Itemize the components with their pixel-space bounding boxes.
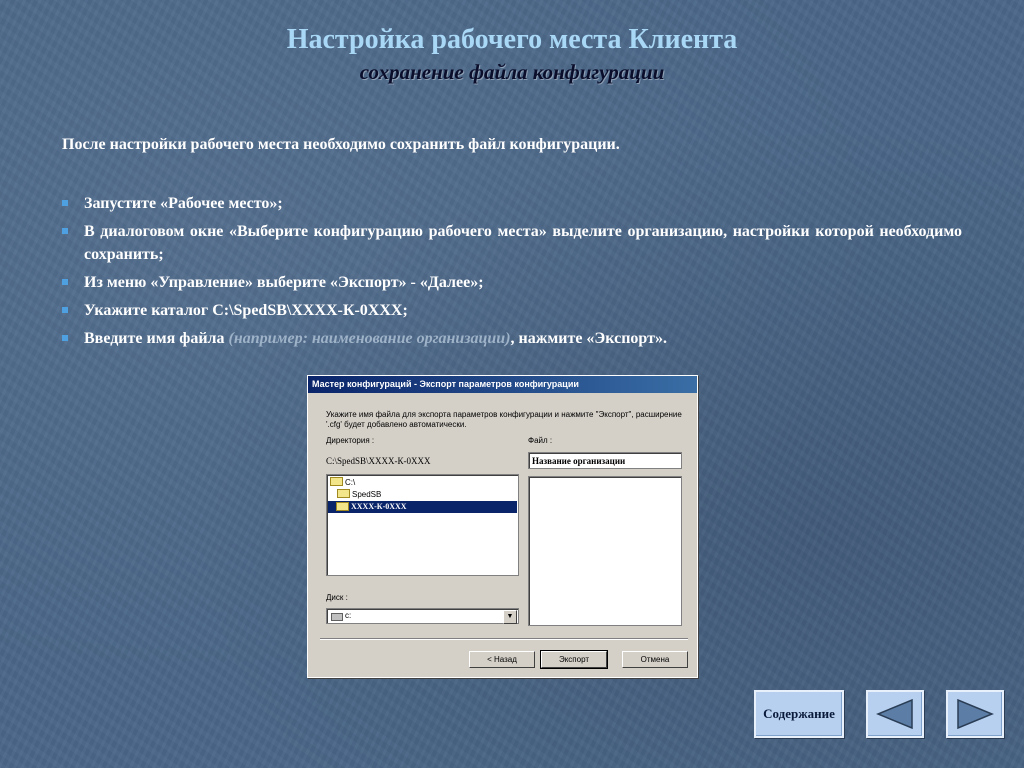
slide-subtitle: сохранение файла конфигурации: [359, 60, 665, 84]
cancel-button[interactable]: Отмена: [622, 651, 688, 668]
example-hint: (например: наименование организации): [228, 330, 511, 347]
drive-icon: [331, 613, 343, 621]
list-item: Укажите каталог C:\SpedSB\XXXX-К-0XXX;: [62, 299, 962, 322]
tree-item-root[interactable]: C:\: [330, 477, 355, 489]
dialog-separator: [320, 638, 688, 640]
disk-dropdown[interactable]: c: ▼: [326, 608, 519, 624]
list-item-text: Укажите каталог C:\SpedSB\XXXX-К-0XXX;: [84, 302, 408, 319]
disk-label: Диск :: [326, 593, 348, 602]
bullet-square-icon: [62, 335, 68, 341]
bullet-square-icon: [62, 200, 68, 206]
folder-open-icon: [336, 501, 349, 511]
list-item: Запустите «Рабочее место»;: [62, 192, 962, 215]
directory-label: Директория :: [326, 436, 375, 445]
previous-slide-button[interactable]: [866, 690, 924, 738]
folder-open-icon: [330, 477, 343, 487]
list-item: Из меню «Управление» выберите «Экспорт» …: [62, 271, 962, 294]
disk-value: c:: [345, 611, 352, 620]
dialog-instruction: Укажите имя файла для экспорта параметро…: [326, 410, 682, 429]
back-button[interactable]: < Назад: [469, 651, 535, 668]
directory-tree[interactable]: C:\ SpedSB XXXX-К-0XXX: [326, 474, 519, 576]
bullet-square-icon: [62, 307, 68, 313]
list-item-text: В диалоговом окне «Выберите конфигурацию…: [84, 223, 962, 263]
instruction-list: Запустите «Рабочее место»; В диалоговом …: [62, 192, 962, 355]
intro-text: После настройки рабочего места необходим…: [62, 136, 620, 153]
dialog-titlebar[interactable]: Мастер конфигураций - Экспорт параметров…: [308, 376, 697, 393]
file-name-field[interactable]: Название организации: [528, 452, 682, 469]
export-button[interactable]: Экспорт: [540, 650, 608, 669]
list-item: Введите имя файла (например: наименовани…: [62, 327, 962, 350]
chevron-down-icon[interactable]: ▼: [503, 610, 517, 624]
tree-item-label: XXXX-К-0XXX: [351, 502, 407, 511]
bullet-square-icon: [62, 279, 68, 285]
list-item: В диалоговом окне «Выберите конфигурацию…: [62, 220, 962, 266]
folder-open-icon: [337, 489, 350, 499]
list-item-text: Введите имя файла: [84, 330, 225, 347]
bullet-square-icon: [62, 228, 68, 234]
export-config-dialog: Мастер конфигураций - Экспорт параметров…: [307, 375, 698, 678]
file-list[interactable]: [528, 476, 682, 626]
file-label: Файл :: [528, 436, 553, 445]
current-path: C:\SpedSB\XXXX-К-0XXX: [326, 456, 431, 466]
next-slide-button[interactable]: [946, 690, 1004, 738]
tree-item-spedsb[interactable]: SpedSB: [337, 489, 381, 501]
slide-title: Настройка рабочего места Клиента: [286, 24, 738, 55]
triangle-left-icon: [876, 698, 913, 730]
tree-item-label: SpedSB: [352, 490, 382, 499]
list-item-text: Запустите «Рабочее место»;: [84, 195, 283, 212]
triangle-right-icon: [957, 698, 994, 730]
contents-button[interactable]: Содержание: [754, 690, 844, 738]
list-item-text: Из меню «Управление» выберите «Экспорт» …: [84, 274, 484, 291]
tree-item-selected[interactable]: XXXX-К-0XXX: [328, 501, 517, 513]
tree-item-label: C:\: [345, 478, 356, 487]
list-item-text-end: , нажмите «Экспорт».: [510, 330, 667, 347]
